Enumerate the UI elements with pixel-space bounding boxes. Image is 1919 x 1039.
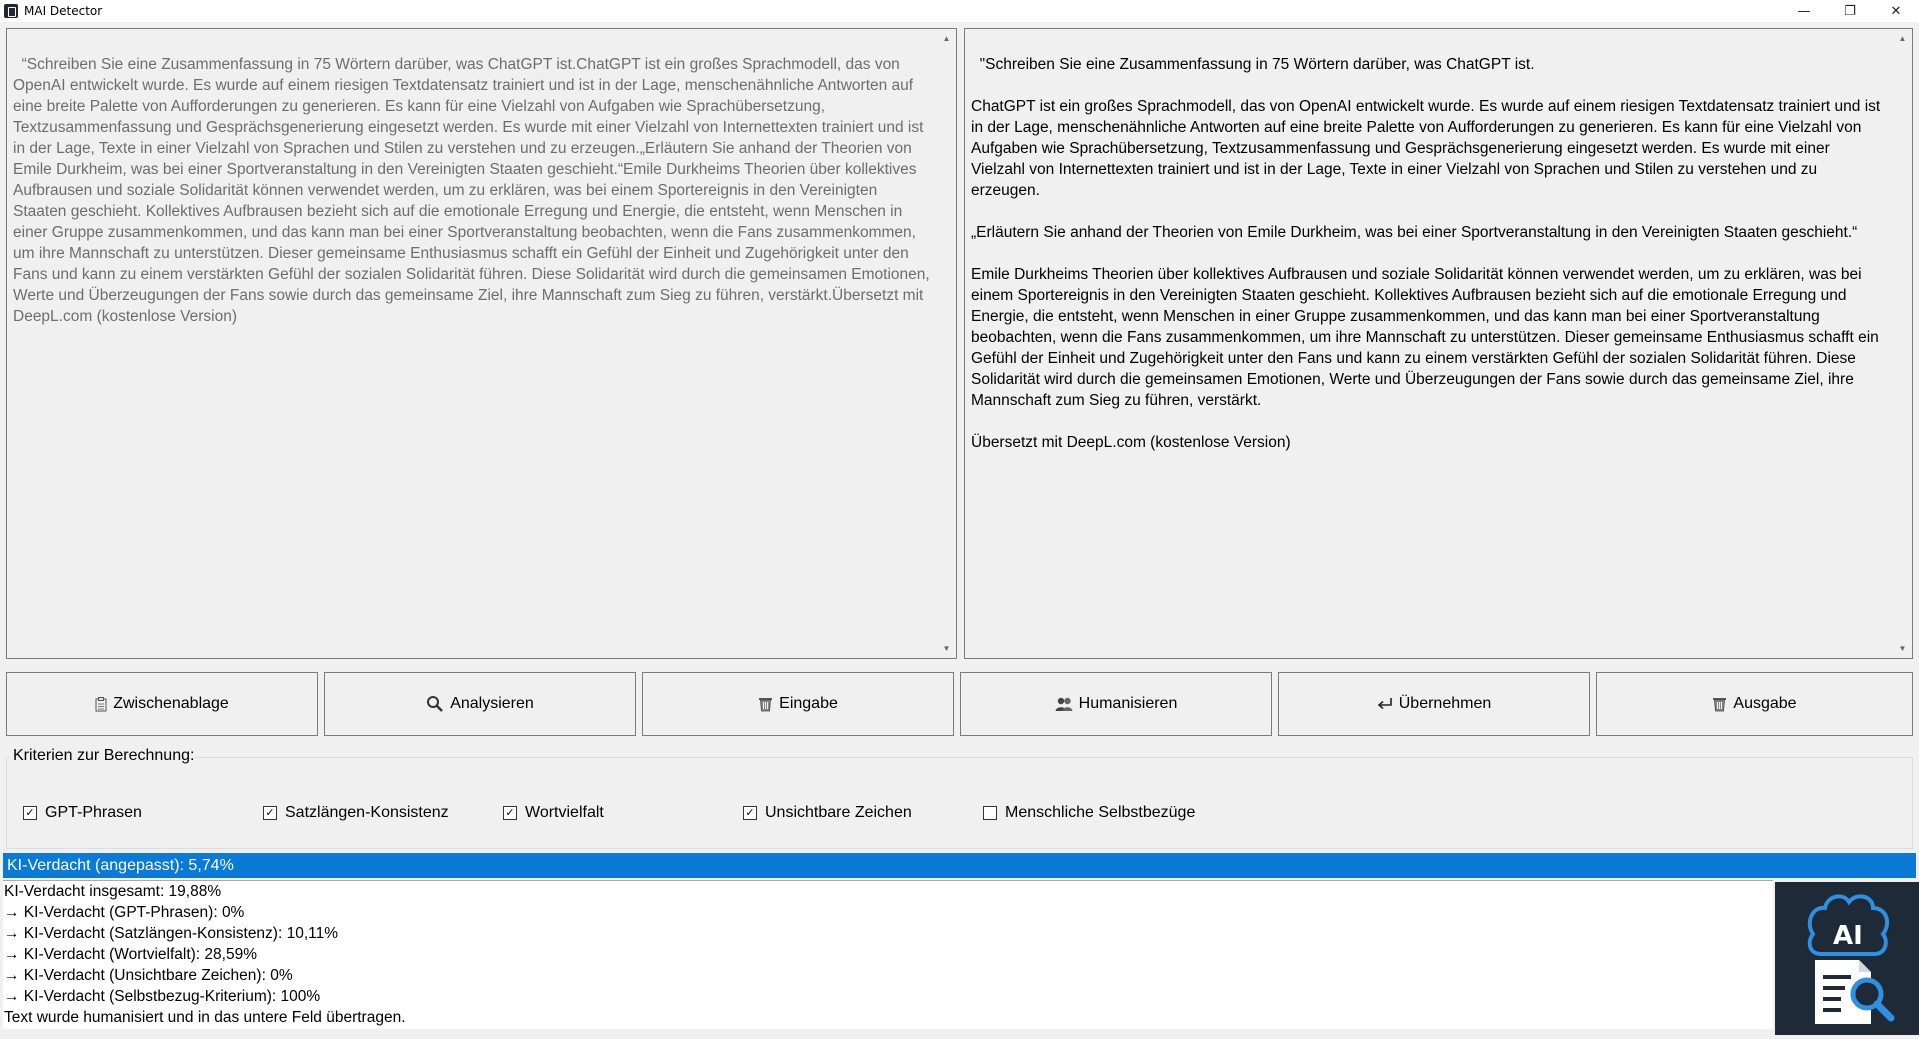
app-icon bbox=[4, 4, 18, 18]
checkbox-label: Unsichtbare Zeichen bbox=[765, 804, 912, 821]
criteria-label: Kriterien zur Berechnung: bbox=[13, 747, 195, 764]
window-title: MAI Detector bbox=[24, 4, 103, 18]
ai-suspicion-bar: KI-Verdacht (angepasst): 5,74% bbox=[3, 853, 1916, 878]
log-line: → KI-Verdacht (Satzlängen-Konsistenz): 1… bbox=[4, 925, 338, 942]
analyze-button-label: Analysieren bbox=[450, 695, 534, 712]
ai-document-search-logo: AI bbox=[1775, 882, 1919, 1035]
scroll-up-icon[interactable]: ▲ bbox=[1894, 30, 1911, 47]
log-line: KI-Verdacht insgesamt: 19,88% bbox=[4, 883, 222, 900]
maximize-button[interactable]: ❐ bbox=[1827, 0, 1873, 22]
clear-output-button-label: Ausgabe bbox=[1733, 695, 1797, 712]
window-controls: — ❐ ✕ bbox=[1781, 0, 1919, 22]
input-text: “Schreiben Sie eine Zusammenfassung in 7… bbox=[13, 56, 935, 325]
clear-input-button-label: Eingabe bbox=[779, 695, 838, 712]
output-text-area[interactable]: "Schreiben Sie eine Zusammenfassung in 7… bbox=[964, 28, 1913, 659]
scroll-up-icon[interactable]: ▲ bbox=[938, 30, 955, 47]
log-line: → KI-Verdacht (Selbstbezug-Kriterium): 1… bbox=[4, 988, 321, 1005]
checkbox-sentence-length[interactable]: ✓ Satzlängen-Konsistenz bbox=[263, 804, 449, 822]
criteria-group bbox=[6, 757, 1913, 849]
checkbox-label: Wortvielfalt bbox=[525, 804, 604, 821]
input-text-area[interactable]: “Schreiben Sie eine Zusammenfassung in 7… bbox=[6, 28, 957, 659]
output-text: "Schreiben Sie eine Zusammenfassung in 7… bbox=[971, 56, 1881, 451]
magnifier-icon bbox=[426, 695, 444, 713]
checkbox-box[interactable]: ✓ bbox=[263, 806, 277, 820]
log-line: → KI-Verdacht (Unsichtbare Zeichen): 0% bbox=[4, 967, 293, 984]
checkbox-box[interactable] bbox=[983, 806, 997, 820]
output-scrollbar[interactable]: ▲ ▼ bbox=[1894, 30, 1911, 657]
return-arrow-icon bbox=[1377, 697, 1393, 711]
checkbox-invisible-chars[interactable]: ✓ Unsichtbare Zeichen bbox=[743, 804, 912, 822]
checkbox-box[interactable]: ✓ bbox=[23, 806, 37, 820]
log-line: → KI-Verdacht (Wortvielfalt): 28,59% bbox=[4, 946, 257, 963]
checkbox-human-self-references[interactable]: Menschliche Selbstbezüge bbox=[983, 804, 1195, 822]
clear-output-button[interactable]: Ausgabe bbox=[1596, 672, 1913, 736]
clipboard-icon bbox=[95, 696, 107, 712]
checkbox-label: Menschliche Selbstbezüge bbox=[1005, 804, 1196, 821]
checkbox-gpt-phrases[interactable]: ✓ GPT-Phrasen bbox=[23, 804, 142, 822]
clear-input-button[interactable]: Eingabe bbox=[642, 672, 954, 736]
people-icon bbox=[1055, 696, 1073, 712]
checkbox-label: Satzlängen-Konsistenz bbox=[285, 804, 449, 821]
trash-icon bbox=[1712, 696, 1727, 712]
scroll-down-icon[interactable]: ▼ bbox=[938, 640, 955, 657]
humanize-button-label: Humanisieren bbox=[1078, 695, 1178, 712]
checkbox-label: GPT-Phrasen bbox=[45, 804, 142, 821]
trash-icon bbox=[758, 696, 773, 712]
title-bar: MAI Detector — ❐ ✕ bbox=[0, 0, 1919, 22]
scroll-down-icon[interactable]: ▼ bbox=[1894, 640, 1911, 657]
input-scrollbar[interactable]: ▲ ▼ bbox=[938, 30, 955, 657]
logo-text: AI bbox=[1833, 921, 1863, 951]
checkbox-box[interactable]: ✓ bbox=[503, 806, 517, 820]
humanize-button[interactable]: Humanisieren bbox=[960, 672, 1272, 736]
analyze-button[interactable]: Analysieren bbox=[324, 672, 636, 736]
clipboard-button-label: Zwischenablage bbox=[113, 695, 229, 712]
apply-button[interactable]: Übernehmen bbox=[1278, 672, 1590, 736]
clipboard-button[interactable]: Zwischenablage bbox=[6, 672, 318, 736]
log-line: Text wurde humanisiert und in das untere… bbox=[4, 1009, 406, 1026]
apply-button-label: Übernehmen bbox=[1398, 695, 1492, 712]
close-button[interactable]: ✕ bbox=[1873, 0, 1919, 22]
checkbox-word-variety[interactable]: ✓ Wortvielfalt bbox=[503, 804, 604, 822]
result-log: KI-Verdacht insgesamt: 19,88% → KI-Verda… bbox=[3, 880, 1773, 1029]
minimize-button[interactable]: — bbox=[1781, 0, 1827, 22]
ai-suspicion-label: KI-Verdacht (angepasst): 5,74% bbox=[7, 856, 234, 874]
log-line: → KI-Verdacht (GPT-Phrasen): 0% bbox=[4, 904, 245, 921]
checkbox-box[interactable]: ✓ bbox=[743, 806, 757, 820]
